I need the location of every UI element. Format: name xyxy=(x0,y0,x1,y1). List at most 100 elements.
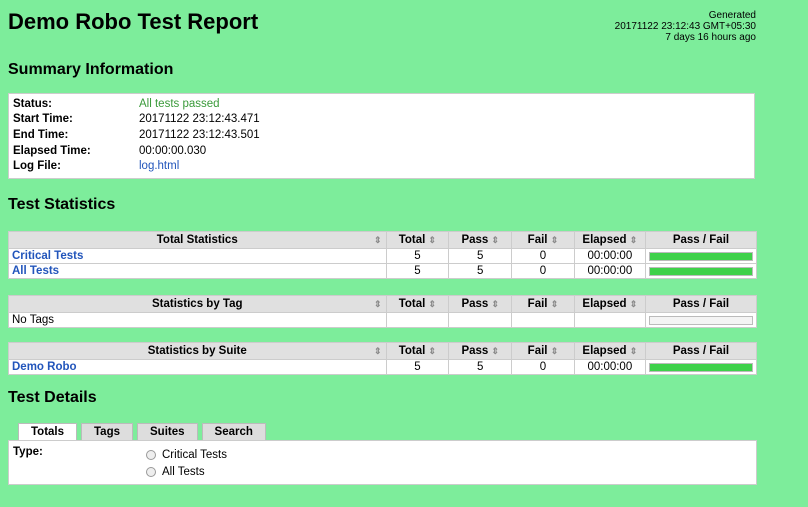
elapsed-time-value: 00:00:00.030 xyxy=(139,144,207,157)
col-pass-label: Pass xyxy=(461,298,489,310)
col-total-statistics-label: Total Statistics xyxy=(156,234,238,246)
elapsed-cell: 00:00:00 xyxy=(573,359,646,375)
radio-critical-tests[interactable]: Critical Tests xyxy=(146,449,227,461)
radio-all-tests[interactable]: All Tests xyxy=(146,466,205,478)
col-suite-label: Statistics by Suite xyxy=(147,345,247,357)
sort-icon: ⇕ xyxy=(491,346,500,356)
critical-tests-link[interactable]: Critical Tests xyxy=(12,250,83,262)
col-pass-fail: Pass / Fail xyxy=(644,295,758,313)
col-pass[interactable]: Pass ⇕ xyxy=(448,295,513,313)
end-time-label: End Time: xyxy=(13,128,69,141)
elapsed-time-label: Elapsed Time: xyxy=(13,144,91,157)
sort-icon: ⇕ xyxy=(629,346,638,356)
pass-fail-bar xyxy=(648,266,753,276)
elapsed-cell: 00:00:00 xyxy=(573,248,646,264)
fail-cell: 0 xyxy=(511,263,575,279)
all-tests-link[interactable]: All Tests xyxy=(12,265,59,277)
sort-icon: ⇕ xyxy=(491,235,500,245)
summary-table: Status: All tests passed Start Time: 201… xyxy=(8,93,755,179)
col-total-label: Total xyxy=(398,345,426,357)
tab-tags[interactable]: Tags xyxy=(81,423,134,441)
col-total-statistics[interactable]: Total Statistics ⇕ xyxy=(8,231,387,249)
log-file-label: Log File: xyxy=(13,160,61,173)
col-fail-label: Fail xyxy=(527,234,548,246)
suite-statistics-table: Statistics by Suite ⇕ Total ⇕ Pass ⇕ Fail… xyxy=(8,342,758,375)
tag-statistics-table: Statistics by Tag ⇕ Total ⇕ Pass ⇕ Fail ⇕… xyxy=(8,295,758,328)
total-cell: 5 xyxy=(385,263,450,279)
col-elapsed-label: Elapsed xyxy=(582,234,627,246)
elapsed-cell: 00:00:00 xyxy=(573,263,646,279)
details-tabs: Totals Tags Suites Search xyxy=(18,423,266,442)
generated-info: Generated 20171122 23:12:43 GMT+05:30 7 … xyxy=(615,10,756,43)
pass-fail-bar xyxy=(648,315,753,325)
tab-suites[interactable]: Suites xyxy=(137,423,198,441)
details-panel: Type: Critical Tests All Tests xyxy=(8,440,757,485)
col-elapsed[interactable]: Elapsed ⇕ xyxy=(573,231,646,249)
col-total[interactable]: Total ⇕ xyxy=(385,231,450,249)
summary-heading: Summary Information xyxy=(8,61,174,78)
sort-icon: ⇕ xyxy=(428,235,437,245)
col-elapsed[interactable]: Elapsed ⇕ xyxy=(573,342,646,360)
sort-icon: ⇕ xyxy=(373,235,382,245)
table-row: Demo Robo 5 5 0 00:00:00 xyxy=(8,359,758,375)
pass-cell: 5 xyxy=(448,248,513,264)
pass-bar-fill xyxy=(649,267,752,275)
col-fail-label: Fail xyxy=(527,298,548,310)
radio-label: Critical Tests xyxy=(162,449,227,461)
table-row: All Tests 5 5 0 00:00:00 xyxy=(8,263,758,279)
fail-cell: 0 xyxy=(511,248,575,264)
col-fail[interactable]: Fail ⇕ xyxy=(511,231,575,249)
statistics-heading: Test Statistics xyxy=(8,196,116,213)
total-cell: 5 xyxy=(385,359,450,375)
col-statistics-by-suite[interactable]: Statistics by Suite ⇕ xyxy=(8,342,387,360)
col-pass[interactable]: Pass ⇕ xyxy=(448,231,513,249)
end-time-value: 20171122 23:12:43.501 xyxy=(139,128,260,141)
total-statistics-table: Total Statistics ⇕ Total ⇕ Pass ⇕ Fail ⇕ … xyxy=(8,231,758,279)
col-pass-label: Pass xyxy=(461,345,489,357)
total-cell: 5 xyxy=(385,248,450,264)
col-pass[interactable]: Pass ⇕ xyxy=(448,342,513,360)
radio-label: All Tests xyxy=(162,466,205,478)
status-value: All tests passed xyxy=(139,97,220,110)
sort-icon: ⇕ xyxy=(428,346,437,356)
sort-icon: ⇕ xyxy=(373,346,382,356)
col-pass-label: Pass xyxy=(461,234,489,246)
sort-icon: ⇕ xyxy=(629,235,638,245)
col-tag-label: Statistics by Tag xyxy=(151,298,243,310)
tab-search[interactable]: Search xyxy=(201,423,266,441)
col-elapsed-label: Elapsed xyxy=(582,298,627,310)
no-tags-cell: No Tags xyxy=(8,312,387,328)
sort-icon: ⇕ xyxy=(550,235,559,245)
pass-fail-bar xyxy=(648,362,753,372)
radio-button[interactable] xyxy=(146,467,156,477)
radio-button[interactable] xyxy=(146,450,156,460)
col-total[interactable]: Total ⇕ xyxy=(385,342,450,360)
col-fail[interactable]: Fail ⇕ xyxy=(511,295,575,313)
start-time-label: Start Time: xyxy=(13,113,73,126)
col-total[interactable]: Total ⇕ xyxy=(385,295,450,313)
col-elapsed[interactable]: Elapsed ⇕ xyxy=(573,295,646,313)
col-statistics-by-tag[interactable]: Statistics by Tag ⇕ xyxy=(8,295,387,313)
fail-cell: 0 xyxy=(511,359,575,375)
col-fail[interactable]: Fail ⇕ xyxy=(511,342,575,360)
col-total-label: Total xyxy=(398,298,426,310)
status-label: Status: xyxy=(13,97,52,110)
table-row: No Tags xyxy=(8,312,758,328)
col-pass-fail: Pass / Fail xyxy=(644,342,758,360)
pass-fail-bar xyxy=(648,251,753,261)
type-label: Type: xyxy=(13,446,43,458)
pass-bar-fill xyxy=(649,363,752,371)
generated-ago: 7 days 16 hours ago xyxy=(665,32,756,43)
sort-icon: ⇕ xyxy=(550,346,559,356)
sort-icon: ⇕ xyxy=(373,299,382,309)
col-fail-label: Fail xyxy=(527,345,548,357)
log-file-link[interactable]: log.html xyxy=(139,160,179,172)
start-time-value: 20171122 23:12:43.471 xyxy=(139,113,260,126)
table-row: Critical Tests 5 5 0 00:00:00 xyxy=(8,248,758,264)
demo-robo-link[interactable]: Demo Robo xyxy=(12,361,77,373)
col-elapsed-label: Elapsed xyxy=(582,345,627,357)
pass-bar-fill xyxy=(649,252,752,260)
sort-icon: ⇕ xyxy=(428,299,437,309)
details-heading: Test Details xyxy=(8,389,97,406)
col-total-label: Total xyxy=(398,234,426,246)
